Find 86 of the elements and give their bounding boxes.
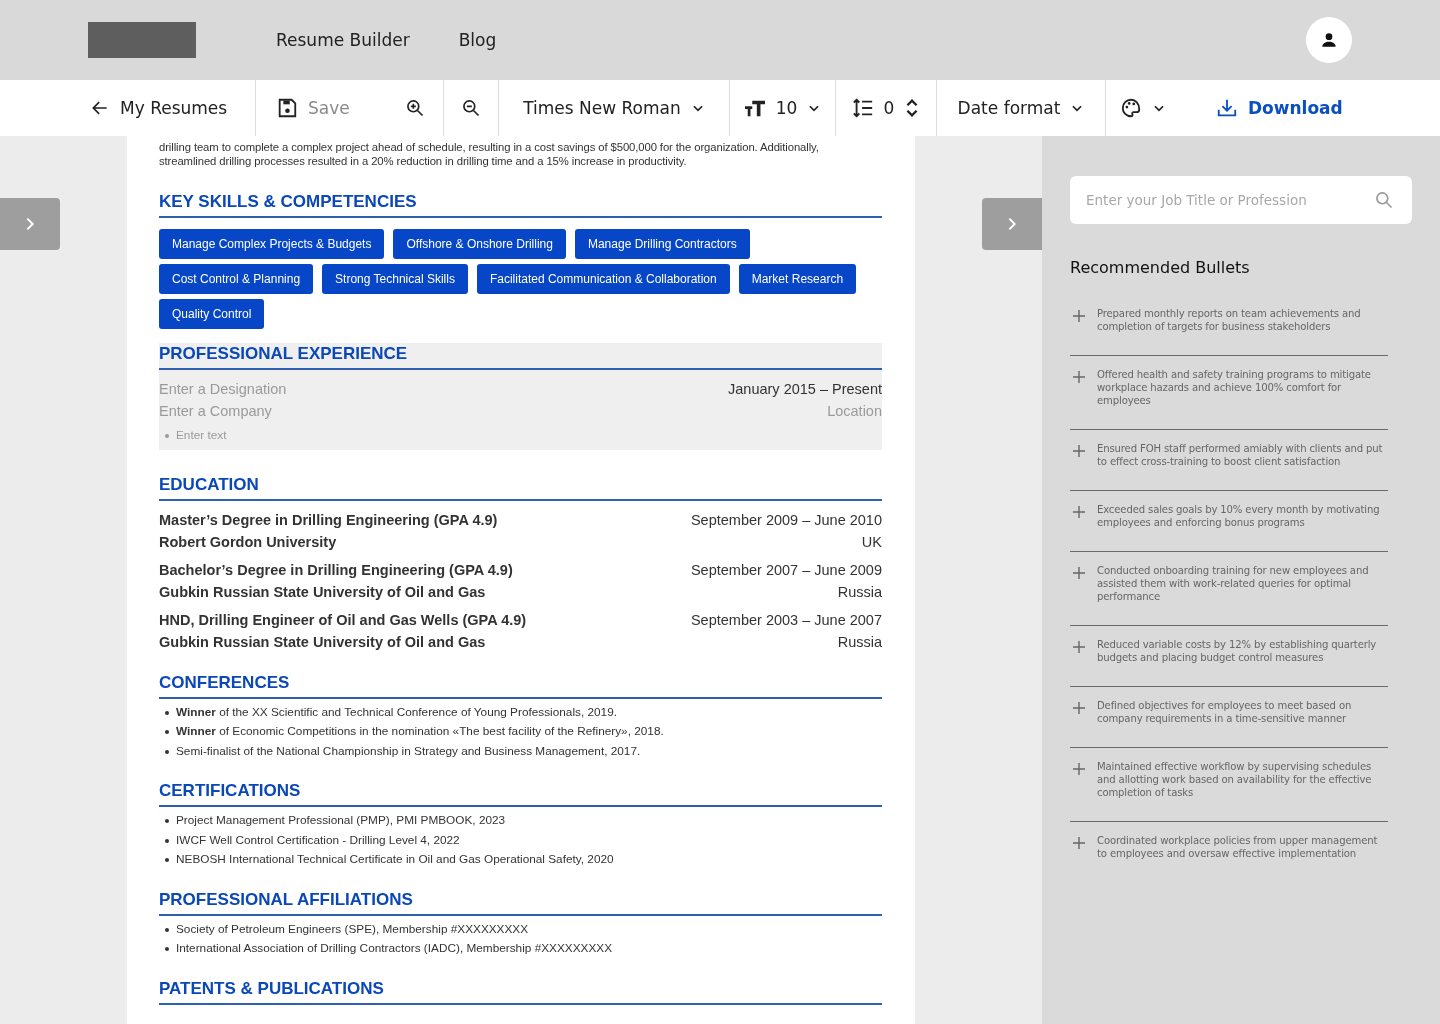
degree-title: HND, Drilling Engineer of Oil and Gas Wells (GPA 4.9)	[159, 610, 527, 630]
bullet-dot	[165, 434, 169, 439]
recommended-bullet[interactable]: Ensured FOH staff performed amiably with clients and put to effect cross-training to boost client satisfaction	[1070, 430, 1388, 491]
line-spacing-icon	[851, 97, 874, 119]
bullet-dot	[165, 749, 169, 754]
download-button[interactable]: Download	[1216, 97, 1343, 119]
location-text: Russia	[837, 582, 882, 602]
school-name: Gubkin Russian State University of Oil and Gas	[159, 582, 486, 602]
recommended-bullet[interactable]: Exceeded sales goals by 10% every month by motivating employees and enforcing bonus programs	[1070, 491, 1388, 552]
date-range: September 2009 – June 2010	[690, 510, 882, 530]
section-heading: CERTIFICATIONS	[159, 780, 882, 808]
section-heading: PATENTS & PUBLICATIONS	[159, 977, 882, 1005]
date-range: September 2007 – June 2009	[690, 560, 882, 580]
bullet-dot	[165, 819, 169, 824]
date-range: September 2003 – June 2007	[690, 610, 882, 630]
plus-icon	[1073, 837, 1085, 849]
date-format-select[interactable]: Date format	[957, 98, 1085, 118]
recommended-bullet[interactable]: Prepared monthly reports on team achievements and completion of targets for business stakeholders	[1070, 295, 1388, 356]
color-theme-select[interactable]	[1120, 97, 1166, 119]
search-icon	[1374, 190, 1394, 210]
skill-tag[interactable]: Offshore & Onshore Drilling	[393, 229, 566, 260]
skill-tag[interactable]: Cost Control & Planning	[159, 264, 314, 295]
list-item-text: Project Management Professional (PMP), PMI PMBOOK, 2023	[176, 812, 506, 830]
skill-tag[interactable]: Market Research	[738, 264, 857, 295]
skill-tag[interactable]: Strong Technical Skills	[322, 264, 468, 295]
text-size-icon	[743, 98, 766, 118]
degree-title: Master’s Degree in Drilling Engineering (GPA 4.9)	[159, 510, 498, 530]
list-item-text: NEBOSH International Technical Certificate in Oil and Gas Operational Safety, 2020	[176, 851, 614, 869]
plus-icon	[1073, 310, 1085, 322]
section-heading: PROFESSIONAL AFFILIATIONS	[159, 888, 882, 916]
list-item-text: IWCF Well Control Certification - Drilling Level 4, 2022	[176, 831, 460, 849]
skill-tag[interactable]: Manage Complex Projects & Budgets	[159, 229, 385, 260]
section-heading: EDUCATION	[159, 473, 882, 501]
recommended-bullet[interactable]: Defined objectives for employees to meet based on company requirements in a time-sensitive manner	[1070, 687, 1388, 748]
bullet-dot	[165, 838, 169, 843]
recommended-bullet[interactable]: Offered health and safety training programs to mitigate workplace hazards and achieve 100% comfort for employees	[1070, 356, 1388, 430]
plus-icon	[1073, 567, 1085, 579]
date-range: January 2015 – Present	[728, 380, 882, 400]
bullet-dot	[165, 730, 169, 735]
account-button[interactable]	[1306, 17, 1352, 63]
recommended-bullet[interactable]: Coordinated workplace policies from upper management to employees and oversaw effective implementation	[1070, 822, 1388, 882]
line-spacing-select[interactable]: 0	[851, 97, 921, 119]
font-size-select[interactable]: 10	[743, 98, 822, 118]
section-heading: KEY SKILLS & COMPETENCIES	[159, 191, 882, 219]
location-text: Russia	[837, 632, 882, 652]
zoom-out-icon	[461, 98, 481, 118]
degree-title: Bachelor’s Degree in Drilling Engineering (GPA 4.9)	[159, 560, 513, 580]
zoom-in-button[interactable]	[405, 98, 425, 118]
bullet-dot	[165, 710, 169, 715]
list-item-text: Winner of Economic Competitions in the nomination «The best facility of the Refinery», 2018.	[176, 723, 664, 741]
school-name: Robert Gordon University	[159, 532, 337, 552]
bullet-dot	[165, 947, 169, 952]
plus-icon	[1073, 506, 1085, 518]
search-field[interactable]: Enter your Job Title or Profession	[1070, 176, 1412, 224]
recommended-bullet[interactable]: Maintained effective workflow by supervising schedules and allotting work based on availability for the effective completion of tasks	[1070, 748, 1388, 822]
plus-icon	[1073, 445, 1085, 457]
bullet-dot	[165, 858, 169, 863]
list-item-text: Society of Petroleum Engineers (SPE), Membership #XXXXXXXXX	[176, 920, 529, 938]
plus-icon	[1073, 763, 1085, 775]
plus-icon	[1073, 702, 1085, 714]
person-icon	[1319, 30, 1339, 50]
nav-link[interactable]: Resume Builder	[276, 30, 410, 50]
school-name: Gubkin Russian State University of Oil and Gas	[159, 632, 486, 652]
panel-title: Recommended Bullets	[1070, 258, 1251, 277]
section-heading: CONFERENCES	[159, 671, 882, 699]
my-resumes-button[interactable]: My Resumes	[90, 98, 228, 118]
skill-tag[interactable]: Facilitated Communication & Collaboration	[476, 264, 730, 295]
summary-paragraph: drilling team to complete a complex project ahead of schedule, resulting in a cost savings of $500,000 for the organization. Additionally, streamlined drilling processes resulted in a 20% reduction in drilling time and a 15% increase in productivity.	[159, 141, 820, 169]
section-heading: PROFESSIONAL EXPERIENCE	[159, 343, 882, 371]
plus-icon	[1073, 371, 1085, 383]
skill-tag[interactable]: Manage Drilling Contractors	[574, 229, 750, 260]
zoom-out-button[interactable]	[461, 98, 481, 118]
nav-link[interactable]: Blog	[458, 30, 497, 50]
list-item-text: International Association of Drilling Contractors (IADC), Membership #XXXXXXXXX	[176, 940, 612, 958]
recommended-bullet[interactable]: Reduced variable costs by 12% by establishing quarterly budgets and placing budget control measures	[1070, 626, 1388, 687]
font-select[interactable]: Times New Roman	[523, 98, 705, 118]
location-text: UK	[861, 532, 882, 552]
zoom-in-icon	[405, 98, 425, 118]
list-item-text: Semi-finalist of the National Championship in Strategy and Business Management, 2017.	[176, 742, 641, 760]
recommended-bullet[interactable]: Conducted onboarding training for new employees and assisted them with work-related queries for optimal performance	[1070, 552, 1388, 626]
bullet-dot	[165, 927, 169, 932]
skill-tag[interactable]: Quality Control	[159, 299, 265, 330]
palette-icon	[1120, 97, 1142, 119]
download-icon	[1216, 97, 1238, 119]
plus-icon	[1073, 641, 1085, 653]
list-item-text: Winner of the XX Scientific and Technical Conference of Young Professionals, 2019.	[176, 703, 617, 721]
